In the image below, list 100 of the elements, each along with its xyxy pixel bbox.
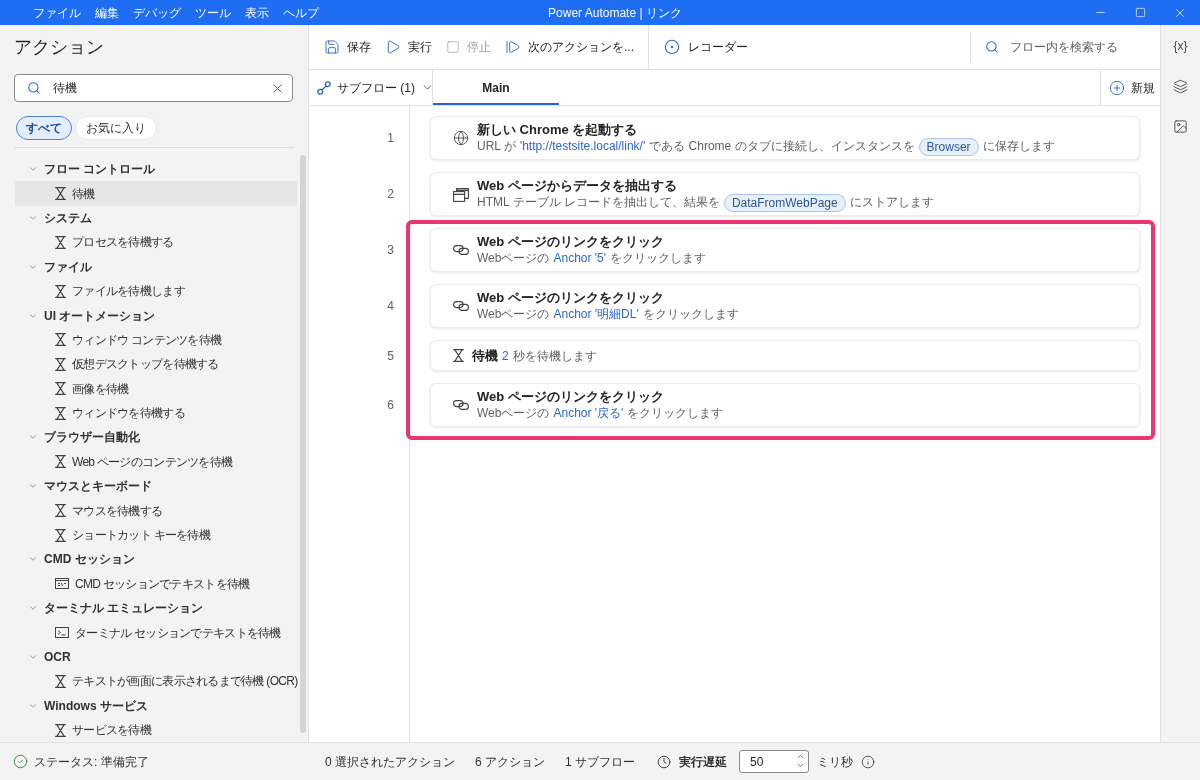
chain-link-icon (453, 399, 469, 411)
category-item[interactable]: ブラウザー自動化 (15, 425, 297, 450)
action-item[interactable]: 画像を待機 (15, 376, 297, 401)
hourglass-icon (55, 357, 66, 371)
connected-nodes-icon (317, 80, 331, 95)
action-item[interactable]: ウィンドウを待機する (15, 400, 297, 426)
action-item[interactable]: テキストが画面に表示されるまで待機 (OCR) (15, 669, 297, 694)
hourglass-icon (55, 674, 66, 688)
action-title: Web ページのリンクをクリック (477, 233, 665, 250)
category-item[interactable]: フロー コントロール (15, 157, 297, 182)
category-item[interactable]: UI オートメーション (15, 303, 297, 328)
category-item[interactable]: ターミナル エミュレーション (15, 596, 297, 621)
hourglass-icon (55, 382, 66, 396)
menu-item[interactable]: ヘルプ (280, 1, 322, 24)
description-text: である Chrome のタブに接続し、インスタンスを (649, 138, 915, 155)
hourglass-icon (453, 349, 464, 362)
stop-icon (446, 40, 460, 54)
hourglass-icon (55, 504, 66, 518)
chevron-down-icon[interactable] (796, 761, 805, 770)
filter-pill[interactable]: すべて (16, 116, 72, 140)
action-item[interactable]: 待機 (15, 181, 297, 206)
flow-search-field[interactable]: フロー内を検索する (970, 32, 1160, 62)
hourglass-icon (55, 528, 66, 542)
selected-actions-count: 0 選択されたアクション (324, 753, 455, 771)
parameter-value: 2 (502, 347, 509, 364)
hourglass-icon (55, 723, 66, 737)
action-item[interactable]: 仮想デスクトップを待機する (15, 352, 297, 377)
delay-field[interactable]: 50 (739, 750, 809, 773)
menu-item[interactable]: ファイル (30, 1, 84, 24)
description-text: HTML テーブル レコードを抽出して、結果を (477, 194, 720, 211)
filter-pill[interactable]: お気に入り (75, 116, 157, 140)
action-search-field[interactable]: 待機 (14, 74, 293, 102)
line-number: 2 (387, 186, 394, 203)
clock-icon (657, 754, 671, 769)
action-item[interactable]: マウスを待機する (15, 498, 297, 523)
action-card[interactable]: Web ページからデータを抽出する HTML テーブル レコードを抽出して、結果を DataFromWebPage にストアします (430, 172, 1140, 216)
recorder-button[interactable]: レコーダー (664, 32, 748, 62)
status-text: ステータス: 準備完了 (34, 753, 149, 771)
action-title: Web ページのリンクをクリック (477, 388, 665, 405)
description-text: に保存します (982, 138, 1055, 155)
action-title: Web ページからデータを抽出する (477, 176, 678, 194)
category-item[interactable]: Windows サービス (15, 693, 297, 718)
menu-item[interactable]: 表示 (242, 1, 272, 24)
play-icon (385, 39, 401, 55)
parameter-value: 'http://testsite.local/link/' (519, 138, 646, 155)
menu-item[interactable]: 編集 (92, 1, 122, 24)
menu-item[interactable]: デバッグ (130, 1, 184, 24)
maximize-icon (1134, 7, 1146, 18)
action-item[interactable]: プロセスを待機する (15, 230, 297, 255)
description-text: をクリックします (627, 405, 724, 422)
toolbar-button[interactable]: 次のアクションを... (505, 32, 634, 62)
action-card[interactable]: Web ページのリンクをクリック Webページの Anchor '明細DL' をクリックします (430, 284, 1140, 328)
action-card[interactable]: 待機 2 秒を待機します (430, 340, 1140, 371)
parameter-value: Anchor '戻る' (553, 405, 624, 422)
hourglass-icon (55, 235, 66, 249)
category-item[interactable]: OCR (15, 644, 297, 670)
description-text: Webページの (477, 250, 550, 267)
subflow-dropdown[interactable]: サブフロー (1) (309, 70, 433, 105)
window-title: Power Automate | リンク (548, 4, 682, 22)
action-item[interactable]: Web ページのコンテンツを待機 (15, 449, 297, 475)
action-title: Web ページのリンクをクリック (477, 289, 665, 306)
search-icon (985, 40, 999, 54)
hourglass-icon (55, 333, 66, 347)
variables-button[interactable]: {x} (1166, 32, 1195, 60)
action-item[interactable]: CMD セッションでテキストを待機 (15, 571, 297, 597)
action-title: 待機 (472, 347, 498, 364)
menu-item[interactable]: ツール (192, 1, 234, 24)
tab[interactable]: Main (433, 70, 559, 105)
terminal-icon (55, 627, 69, 639)
hourglass-icon (55, 284, 66, 298)
category-item[interactable]: システム (15, 205, 297, 231)
parameter-value: Anchor '明細DL' (553, 306, 639, 323)
category-item[interactable]: ファイル (15, 254, 297, 279)
chain-link-icon (453, 300, 469, 312)
action-item[interactable]: ショートカット キーを待機 (15, 522, 297, 548)
action-item[interactable]: サービスを待機 (15, 718, 297, 742)
toolbar-button[interactable]: 保存 (324, 32, 371, 62)
check-circle-icon (13, 754, 28, 769)
layers-icon (1173, 78, 1188, 94)
parameter-value: Anchor '5' (553, 250, 607, 267)
description-text: Webページの (477, 306, 550, 323)
action-title: 新しい Chrome を起動する (477, 120, 639, 138)
scrollbar[interactable] (300, 155, 306, 733)
action-item[interactable]: ウィンドウ コンテンツを待機 (15, 327, 297, 353)
action-card[interactable]: Web ページのリンクをクリック Webページの Anchor '戻る' をクリックします (430, 383, 1140, 427)
toolbar-button[interactable]: 実行 (385, 32, 432, 62)
window-stack-icon (453, 186, 469, 202)
hourglass-icon (55, 187, 66, 201)
category-item[interactable]: CMD セッション (15, 547, 297, 572)
description-text: にストアします (849, 194, 934, 211)
action-item[interactable]: ファイルを待機します (15, 278, 297, 304)
action-card[interactable]: 新しい Chrome を起動する URL が 'http://testsite.local/link/' である Chrome のタブに接続し、インスタンスを Browser に保存します (430, 116, 1140, 160)
hourglass-icon (55, 406, 66, 420)
action-item[interactable]: ターミナル セッションでテキストを待機 (15, 620, 297, 645)
search-icon (27, 81, 41, 95)
actions-count: 6 アクション (475, 753, 545, 771)
chevron-up-icon[interactable] (796, 752, 805, 761)
category-item[interactable]: マウスとキーボード (15, 474, 297, 499)
line-number: 3 (387, 242, 394, 259)
action-card[interactable]: Web ページのリンクをクリック Webページの Anchor '5' をクリックします (430, 228, 1140, 272)
